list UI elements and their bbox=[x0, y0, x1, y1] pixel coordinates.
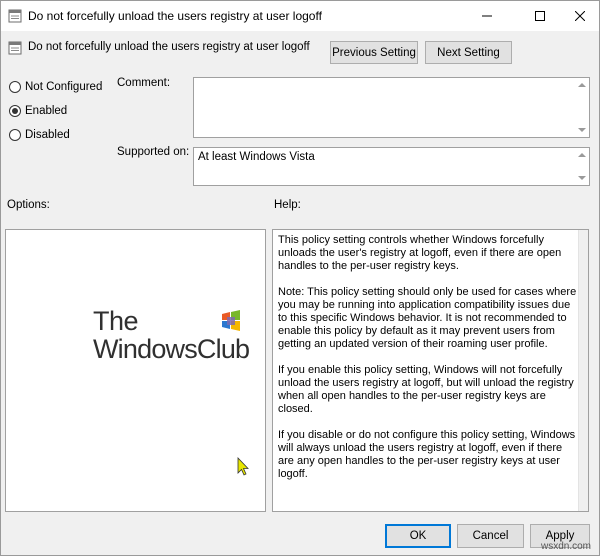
comment-textarea[interactable] bbox=[193, 77, 590, 138]
radio-circle[interactable] bbox=[9, 81, 21, 93]
next-setting-button[interactable]: Next Setting bbox=[425, 41, 512, 64]
supported-on-value: At least Windows Vista bbox=[198, 151, 315, 163]
supported-scrollbar[interactable] bbox=[575, 148, 589, 185]
radio-selected-dot bbox=[12, 108, 18, 114]
options-label: Options: bbox=[7, 199, 50, 211]
radio-enabled[interactable]: Enabled bbox=[9, 105, 67, 117]
minimize-icon bbox=[481, 15, 492, 17]
help-paragraph: This policy setting controls whether Win… bbox=[278, 234, 562, 272]
windows-flag-icon bbox=[220, 310, 242, 335]
radio-circle[interactable] bbox=[9, 105, 21, 117]
window-title: Do not forcefully unload the users regis… bbox=[28, 9, 322, 23]
radio-not-configured[interactable]: Not Configured bbox=[9, 81, 102, 93]
help-paragraph: If you enable this policy setting, Windo… bbox=[278, 364, 574, 415]
supported-on-field: At least Windows Vista bbox=[193, 147, 590, 186]
supported-on-label: Supported on: bbox=[117, 146, 190, 158]
help-panel: This policy setting controls whether Win… bbox=[272, 229, 589, 512]
help-text: This policy setting controls whether Win… bbox=[278, 234, 578, 494]
policy-settings-icon bbox=[8, 9, 22, 26]
title-bar: Do not forcefully unload the users regis… bbox=[1, 1, 599, 31]
scroll-down-icon[interactable] bbox=[578, 128, 586, 132]
policy-name: Do not forcefully unload the users regis… bbox=[28, 41, 310, 53]
help-scrollbar[interactable] bbox=[578, 230, 588, 511]
radio-label: Enabled bbox=[25, 105, 68, 117]
previous-setting-button[interactable]: Previous Setting bbox=[330, 41, 418, 64]
scroll-up-icon[interactable] bbox=[578, 153, 586, 157]
help-paragraph: If you disable or do not configure this … bbox=[278, 429, 576, 480]
close-button[interactable] bbox=[557, 1, 600, 31]
help-label: Help: bbox=[274, 199, 301, 211]
maximize-button[interactable] bbox=[517, 1, 562, 31]
radio-label: Disabled bbox=[25, 129, 70, 141]
ok-button[interactable]: OK bbox=[385, 524, 451, 548]
comment-label: Comment: bbox=[117, 77, 171, 89]
mouse-cursor-icon bbox=[237, 457, 249, 480]
logo-line-2: WindowsClub bbox=[93, 334, 250, 364]
scroll-up-icon[interactable] bbox=[578, 83, 586, 87]
comment-scrollbar[interactable] bbox=[575, 78, 589, 137]
cancel-button[interactable]: Cancel bbox=[457, 524, 524, 548]
close-icon bbox=[574, 11, 585, 21]
policy-dialog: Do not forcefully unload the users regis… bbox=[0, 0, 600, 556]
radio-label: Not Configured bbox=[25, 81, 103, 93]
radio-circle[interactable] bbox=[9, 129, 21, 141]
policy-icon bbox=[8, 41, 22, 58]
scroll-down-icon[interactable] bbox=[578, 176, 586, 180]
radio-disabled[interactable]: Disabled bbox=[9, 129, 70, 141]
watermark: wsxdn.com bbox=[541, 541, 592, 552]
help-paragraph: Note: This policy setting should only be… bbox=[278, 286, 577, 350]
maximize-icon bbox=[534, 11, 545, 21]
options-panel bbox=[5, 229, 266, 512]
minimize-button[interactable] bbox=[464, 1, 509, 31]
